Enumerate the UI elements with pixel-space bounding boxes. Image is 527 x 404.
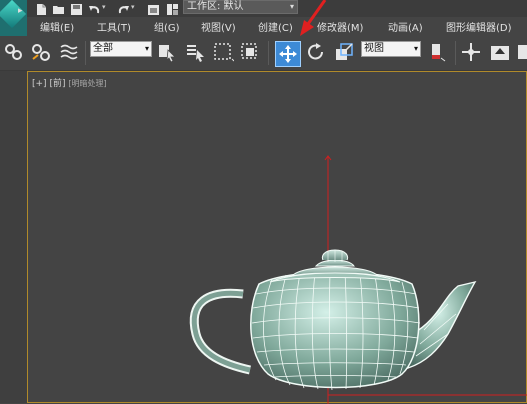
pivot-point-center-icon[interactable] (427, 41, 449, 63)
app-menu-arrow-icon[interactable]: ▸ (18, 6, 23, 16)
move-arrows-icon (279, 45, 297, 63)
select-by-name-icon[interactable] (184, 41, 206, 63)
chevron-down-icon: ▾ (144, 44, 149, 53)
rectangular-selection-icon[interactable] (212, 41, 235, 63)
viewport-view-menu[interactable]: [前] (49, 79, 65, 89)
menu-edit[interactable]: 编辑(E) (40, 19, 74, 34)
toolbar-separator (268, 41, 269, 65)
keyboard-shortcut-override-icon[interactable] (489, 41, 511, 63)
viewport-shading-menu[interactable]: [明暗处理] (68, 79, 106, 88)
unlink-selection-icon[interactable] (30, 41, 52, 63)
selection-filter-dropdown[interactable]: 全部 ▾ (90, 41, 152, 57)
toolbar-separator (455, 41, 456, 65)
select-and-rotate-icon[interactable] (305, 41, 327, 63)
teapot-lid (269, 249, 401, 283)
window-crossing-icon[interactable] (239, 41, 261, 63)
menu-tools[interactable]: 工具(T) (97, 19, 131, 34)
snaps-toggle-icon[interactable] (516, 41, 527, 63)
workspace-label: 工作区: 默认 (187, 1, 244, 12)
viewport-plus-menu[interactable]: [+] (32, 79, 47, 89)
select-and-link-icon[interactable] (3, 41, 25, 63)
teapot-handle (189, 288, 251, 375)
select-and-move-button[interactable] (275, 41, 301, 67)
bind-to-space-warp-icon[interactable] (58, 41, 80, 63)
annotation-arrow-icon (300, 0, 327, 36)
undo-dropdown-icon[interactable]: ▾ (102, 3, 106, 11)
project-folder-icon[interactable] (147, 1, 160, 15)
menu-group[interactable]: 组(G) (154, 19, 180, 34)
workspace-icon (166, 1, 179, 15)
viewport-label[interactable]: [+] [前] [明暗处理] (32, 76, 107, 89)
new-file-icon[interactable] (35, 1, 48, 15)
left-panel-strip (0, 71, 27, 403)
reference-coordinate-value: 视图 (364, 43, 384, 54)
front-viewport[interactable] (27, 71, 527, 404)
menu-animation[interactable]: 动画(A) (388, 19, 423, 34)
undo-icon[interactable] (88, 1, 101, 14)
redo-dropdown-icon[interactable]: ▾ (131, 3, 135, 11)
menu-graph-editors[interactable]: 图形编辑器(D) (446, 19, 512, 34)
chevron-down-icon: ▾ (413, 44, 418, 53)
teapot-body (250, 271, 421, 391)
open-folder-icon[interactable] (52, 1, 65, 14)
save-icon[interactable] (70, 1, 83, 15)
manipulate-icon[interactable] (460, 41, 482, 63)
menu-views[interactable]: 视图(V) (201, 19, 236, 34)
toolbar-separator (85, 41, 86, 65)
reference-coordinate-dropdown[interactable]: 视图 ▾ (361, 41, 421, 57)
selection-filter-value: 全部 (93, 43, 113, 54)
select-and-scale-icon[interactable] (333, 41, 355, 63)
viewport-scene (189, 155, 527, 404)
select-object-icon[interactable] (156, 41, 178, 63)
main-toolbar: 全部 ▾ 视图 ▾ (0, 37, 527, 71)
redo-icon[interactable] (117, 1, 130, 14)
